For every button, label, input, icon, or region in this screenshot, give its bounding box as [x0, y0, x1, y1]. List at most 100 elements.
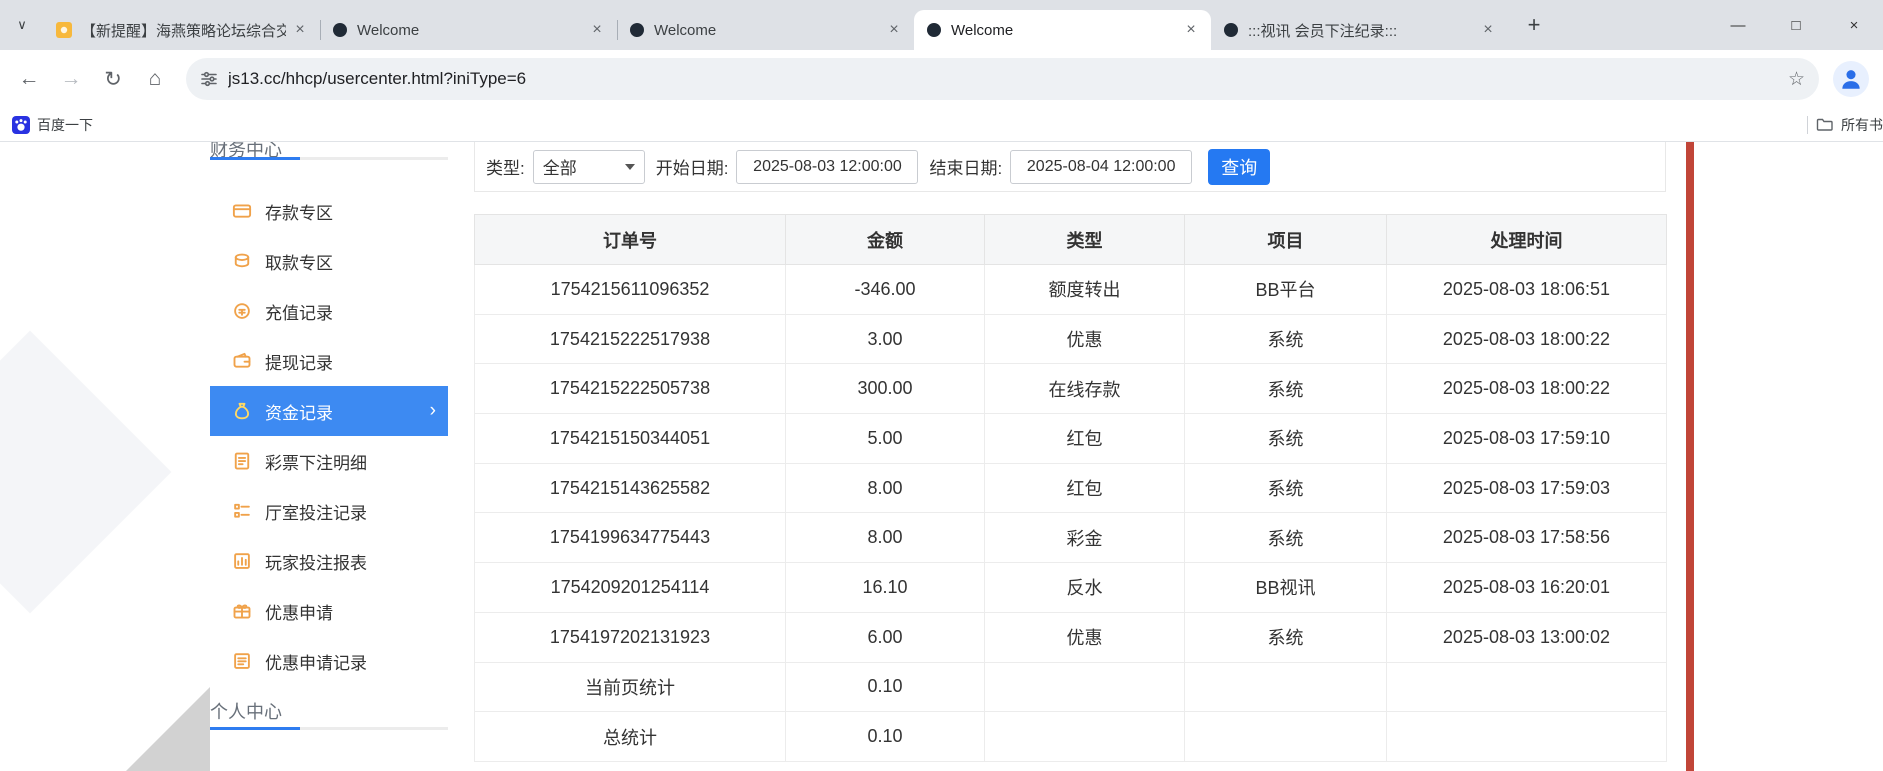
table-row: 17542152225179383.00优惠系统2025-08-03 18:00… — [475, 314, 1667, 364]
section-divider — [210, 157, 448, 160]
sidebar-item-promo-apply[interactable]: 优惠申请 — [210, 586, 448, 636]
sidebar-items: 存款专区 取款专区 充值记录 提现记录 资金记录 › 彩票下注明细 — [210, 186, 448, 686]
tab-title: Welcome — [357, 22, 583, 39]
sidebar-item-withdraw[interactable]: 取款专区 — [210, 236, 448, 286]
table-cell — [1185, 662, 1387, 712]
sidebar-item-label: 充值记录 — [265, 299, 333, 324]
tab-close-icon[interactable]: × — [292, 22, 308, 38]
query-button[interactable]: 查询 — [1208, 149, 1270, 185]
tab-2[interactable]: Welcome × — [320, 10, 617, 50]
table-row: 17541996347754438.00彩金系统2025-08-03 17:58… — [475, 513, 1667, 563]
table-cell: 系统 — [1185, 364, 1387, 414]
type-select-value: 全部 — [543, 154, 577, 179]
table-cell: 在线存款 — [985, 364, 1185, 414]
table-cell: 1754215150344051 — [475, 414, 786, 464]
site-info-icon[interactable] — [200, 70, 218, 88]
type-select[interactable]: 全部 — [533, 150, 645, 184]
tab-close-icon[interactable]: × — [1183, 22, 1199, 38]
table-cell: 当前页统计 — [475, 662, 786, 712]
table-cell: BB视讯 — [1185, 563, 1387, 613]
page-scrollbar[interactable] — [1686, 142, 1694, 771]
home-icon[interactable]: ⌂ — [134, 58, 176, 100]
baidu-favicon — [12, 116, 30, 134]
section-divider — [210, 727, 448, 730]
table-row: 1754215222505738300.00在线存款系统2025-08-03 1… — [475, 364, 1667, 414]
sidebar-item-player-report[interactable]: 玩家投注报表 — [210, 536, 448, 586]
sidebar-item-recharge-record[interactable]: 充值记录 — [210, 286, 448, 336]
window-controls: — □ × — [1709, 0, 1883, 50]
type-label: 类型: — [486, 154, 525, 179]
sidebar: 财务中心 存款专区 取款专区 充值记录 提现记录 资金记录 › — [210, 142, 448, 771]
tab-close-icon[interactable]: × — [886, 22, 902, 38]
new-tab-button[interactable]: + — [1514, 5, 1554, 45]
url-text[interactable]: js13.cc/hhcp/usercenter.html?iniType=6 — [228, 69, 526, 89]
deposit-icon — [232, 201, 252, 221]
bookmark-baidu[interactable]: 百度一下 — [12, 115, 93, 135]
end-date-input[interactable] — [1010, 150, 1192, 184]
table-cell: 1754197202131923 — [475, 612, 786, 662]
table-cell: 3.00 — [786, 314, 985, 364]
table-header-row: 订单号金额类型项目处理时间 — [475, 215, 1667, 265]
player-report-icon — [232, 551, 252, 571]
table-cell: 0.10 — [786, 662, 985, 712]
tab-close-icon[interactable]: × — [1480, 22, 1496, 38]
bookmark-star-icon[interactable]: ☆ — [1788, 68, 1805, 91]
table-header-cell: 金额 — [786, 215, 985, 265]
sidebar-item-hall-bet-record[interactable]: 厅室投注记录 — [210, 486, 448, 536]
sidebar-item-label: 存款专区 — [265, 199, 333, 224]
tab-1[interactable]: 【新提醒】海燕策略论坛综合交 × — [44, 10, 320, 50]
promo-record-icon — [232, 651, 252, 671]
all-bookmarks[interactable]: 所有书 — [1799, 115, 1883, 135]
tab-3[interactable]: Welcome × — [617, 10, 914, 50]
tab-4-active[interactable]: Welcome × — [914, 10, 1211, 50]
address-bar[interactable]: js13.cc/hhcp/usercenter.html?iniType=6 ☆ — [186, 58, 1819, 100]
table-cell: 1754215143625582 — [475, 463, 786, 513]
table-cell: 1754215222505738 — [475, 364, 786, 414]
profile-avatar[interactable] — [1833, 61, 1869, 97]
table-cell: 2025-08-03 18:06:51 — [1387, 265, 1667, 315]
sidebar-item-cashout-record[interactable]: 提现记录 — [210, 336, 448, 386]
promo-apply-icon — [232, 601, 252, 621]
tab-5[interactable]: :::视讯 会员下注纪录::: × — [1211, 10, 1508, 50]
back-icon[interactable]: ← — [8, 58, 50, 100]
reload-icon[interactable]: ↻ — [92, 58, 134, 100]
table-cell — [1387, 712, 1667, 762]
minimize-button[interactable]: — — [1709, 0, 1767, 50]
sidebar-item-lottery-detail[interactable]: 彩票下注明细 — [210, 436, 448, 486]
records-table: 订单号金额类型项目处理时间 1754215611096352-346.00额度转… — [474, 214, 1667, 762]
table-cell: 2025-08-03 17:59:03 — [1387, 463, 1667, 513]
sidebar-item-funds-record[interactable]: 资金记录 › — [210, 386, 448, 436]
table-cell — [985, 662, 1185, 712]
sidebar-item-promo-record[interactable]: 优惠申请记录 — [210, 636, 448, 686]
cashout-record-icon — [232, 351, 252, 371]
bookmarks-bar: 百度一下 所有书 — [0, 108, 1883, 142]
tab-title: 【新提醒】海燕策略论坛综合交 — [81, 20, 286, 41]
withdraw-icon — [232, 251, 252, 271]
maximize-button[interactable]: □ — [1767, 0, 1825, 50]
sidebar-section-personal: 个人中心 — [210, 698, 282, 724]
forward-icon[interactable]: → — [50, 58, 92, 100]
start-date-input[interactable] — [736, 150, 918, 184]
table-cell: 系统 — [1185, 463, 1387, 513]
tab-search-chevron-icon[interactable]: ∨ — [0, 0, 44, 50]
table-cell: 系统 — [1185, 414, 1387, 464]
page-content: 财务中心 存款专区 取款专区 充值记录 提现记录 资金记录 › — [0, 142, 1883, 771]
sidebar-item-label: 彩票下注明细 — [265, 449, 367, 474]
table-cell: 系统 — [1185, 513, 1387, 563]
table-row: 1754215611096352-346.00额度转出BB平台2025-08-0… — [475, 265, 1667, 315]
table-cell — [985, 712, 1185, 762]
table-cell: 2025-08-03 18:00:22 — [1387, 314, 1667, 364]
close-window-button[interactable]: × — [1825, 0, 1883, 50]
funds-record-icon — [232, 401, 252, 421]
table-cell: 彩金 — [985, 513, 1185, 563]
table-summary-row: 总统计0.10 — [475, 712, 1667, 762]
table-summary-row: 当前页统计0.10 — [475, 662, 1667, 712]
forum-favicon — [56, 22, 72, 38]
main-panel: 类型: 全部 开始日期: 结束日期: 查询 订单号金额类型项目处理时间 1754… — [474, 142, 1666, 771]
sidebar-item-deposit[interactable]: 存款专区 — [210, 186, 448, 236]
tab-close-icon[interactable]: × — [589, 22, 605, 38]
hall-bet-record-icon — [232, 501, 252, 521]
table-cell: 0.10 — [786, 712, 985, 762]
sidebar-item-label: 优惠申请 — [265, 599, 333, 624]
all-bookmarks-label: 所有书 — [1841, 115, 1883, 135]
